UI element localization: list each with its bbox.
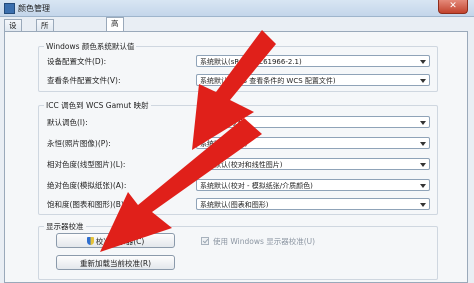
reload-calibration-button[interactable]: 重新加载当前校准(R) bbox=[56, 255, 175, 270]
saturation-dropdown[interactable]: 系统默认(图表和图形) bbox=[196, 198, 430, 210]
reload-calibration-label: 重新加载当前校准(R) bbox=[79, 259, 152, 268]
absolute-colorimetric-value: 系统默认(校对 - 模拟纸张/介质颜色) bbox=[200, 182, 313, 190]
close-button[interactable]: ✕ bbox=[438, 0, 468, 14]
absolute-colorimetric-label: 绝对色度(模拟纸张)(A): bbox=[47, 181, 127, 190]
calibration-title: 显示器校准 bbox=[44, 221, 86, 232]
chevron-down-icon bbox=[420, 163, 426, 167]
calibrate-display-button[interactable]: 校准显示器(C) bbox=[56, 233, 175, 248]
color-management-icon bbox=[4, 3, 15, 14]
windows-defaults-title: Windows 颜色系统默认值 bbox=[44, 41, 137, 52]
default-rendering-label: 默认调色(I): bbox=[47, 118, 88, 127]
chevron-down-icon bbox=[420, 79, 426, 83]
viewing-conditions-value: 系统默认(WCS 查看条件的 WCS 配置文件) bbox=[200, 77, 336, 85]
device-profile-dropdown[interactable]: 系统默认(sRGB IEC61966-2.1) bbox=[196, 55, 430, 67]
chevron-down-icon bbox=[420, 203, 426, 207]
icc-mapping-title: ICC 调色到 WCS Gamut 映射 bbox=[44, 100, 151, 111]
relative-colorimetric-dropdown[interactable]: 系统默认(校对和线性图片) bbox=[196, 158, 430, 170]
relative-colorimetric-value: 系统默认(校对和线性图片) bbox=[200, 161, 283, 169]
window-title: 颜色管理 bbox=[18, 4, 50, 13]
default-rendering-value: 系统默认(永恒) bbox=[200, 119, 248, 127]
perceptual-label: 永恒(照片图像)(P): bbox=[47, 139, 111, 148]
absolute-colorimetric-dropdown[interactable]: 系统默认(校对 - 模拟纸张/介质颜色) bbox=[196, 179, 430, 191]
use-windows-calibration-checkbox[interactable] bbox=[201, 237, 209, 245]
perceptual-value: 系统默认(摄影) bbox=[200, 140, 248, 148]
use-windows-calibration-label: 使用 Windows 显示器校准(U) bbox=[213, 237, 316, 246]
chevron-down-icon bbox=[420, 142, 426, 146]
default-rendering-dropdown[interactable]: 系统默认(永恒) bbox=[196, 116, 430, 128]
chevron-down-icon bbox=[420, 121, 426, 125]
uac-shield-icon bbox=[86, 237, 94, 245]
saturation-label: 饱和度(图表和图形)(B): bbox=[47, 200, 127, 209]
relative-colorimetric-label: 相对色度(线型图片)(L): bbox=[47, 160, 126, 169]
calibrate-display-label: 校准显示器(C) bbox=[95, 237, 145, 246]
perceptual-dropdown[interactable]: 系统默认(摄影) bbox=[196, 137, 430, 149]
saturation-value: 系统默认(图表和图形) bbox=[200, 201, 269, 209]
chevron-down-icon bbox=[420, 184, 426, 188]
viewing-conditions-dropdown[interactable]: 系统默认(WCS 查看条件的 WCS 配置文件) bbox=[196, 74, 430, 86]
title-bar: 颜色管理 ✕ bbox=[0, 0, 474, 17]
device-profile-value: 系统默认(sRGB IEC61966-2.1) bbox=[200, 58, 302, 66]
viewing-conditions-label: 查看条件配置文件(V): bbox=[47, 76, 121, 85]
device-profile-label: 设备配置文件(D): bbox=[47, 57, 107, 66]
tab-advanced[interactable]: 高级 bbox=[106, 17, 124, 40]
chevron-down-icon bbox=[420, 60, 426, 64]
